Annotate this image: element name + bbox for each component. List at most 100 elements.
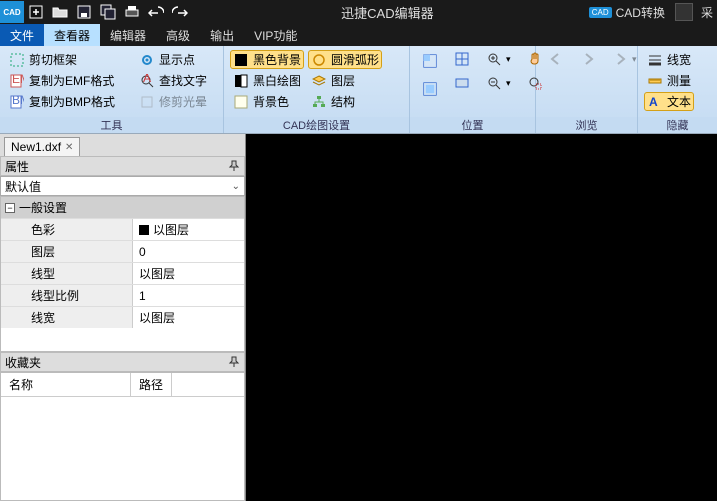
redo-icon[interactable] [169,1,191,23]
zoom-out-button[interactable]: ▾ [483,74,514,92]
bgcolor-icon [233,94,249,110]
prev-button [545,50,567,68]
app-title: 迅捷CAD编辑器 [192,3,583,22]
title-bar: CAD 迅捷CAD编辑器 CAD CAD转换 采 [0,0,717,24]
search-icon: A [139,73,155,89]
pos4-icon [454,75,470,91]
default-combo-label: 默认值 [5,178,41,195]
user-avatar-icon[interactable] [675,3,693,21]
document-area: New1.dxf ✕ 属性 默认值 ⌄ − 一般设置 色彩以图层 图层0 线型以… [0,134,717,501]
prop-row-layer[interactable]: 图层0 [1,240,244,262]
emf-icon: EMF [9,73,25,89]
pos-btn4[interactable] [451,74,473,92]
ribbon-group-hide: 线宽 测量 A文本 隐藏 [638,46,717,133]
svg-text:A: A [143,74,151,85]
app-logo-icon: CAD [0,1,24,23]
black-bg-icon [233,52,249,68]
left-panel: New1.dxf ✕ 属性 默认值 ⌄ − 一般设置 色彩以图层 图层0 线型以… [0,134,246,501]
prop-row-color[interactable]: 色彩以图层 [1,218,244,240]
arrow-left-icon [548,51,564,67]
cad-convert-button[interactable]: CAD CAD转换 [583,4,671,21]
save-icon[interactable] [73,1,95,23]
menu-advanced[interactable]: 高级 [156,24,200,46]
print-icon[interactable] [121,1,143,23]
measure-button[interactable]: 测量 [644,71,694,90]
ruler-icon [647,73,663,89]
default-combo[interactable]: 默认值 ⌄ [0,176,245,196]
find-text-button[interactable]: A查找文字 [136,71,210,90]
smooth-arc-button[interactable]: 圆滑弧形 [308,50,382,69]
linewidth-icon [647,52,663,68]
properties-title: 属性 [5,158,29,175]
svg-text:A: A [649,95,658,109]
bmp-icon: BMP [9,94,25,110]
struct-icon [311,94,327,110]
zoom-in-button[interactable]: ▾ [483,50,514,68]
prop-row-ltscale[interactable]: 线型比例1 [1,284,244,306]
col-name[interactable]: 名称 [1,373,131,396]
browse-more-button: ▾ [609,50,640,68]
save-as-icon[interactable] [97,1,119,23]
menu-editor[interactable]: 编辑器 [100,24,156,46]
prop-row-linetype[interactable]: 线型以图层 [1,262,244,284]
trim-icon [139,94,155,110]
copy-bmp-button[interactable]: BMP复制为BMP格式 [6,92,118,111]
ribbon-group-cadset-label: CAD绘图设置 [224,117,409,133]
ribbon-group-browse: ▾ 浏览 [536,46,638,133]
bg-color-button[interactable]: 背景色 [230,92,304,111]
undo-icon[interactable] [145,1,167,23]
category-label: 一般设置 [19,199,67,216]
svg-text:EMF: EMF [12,74,24,86]
properties-grid: − 一般设置 色彩以图层 图层0 线型以图层 线型比例1 线宽以图层 [0,196,245,352]
black-bg-button[interactable]: 黑色背景 [230,50,304,69]
linewidth-button[interactable]: 线宽 [644,50,694,69]
document-tab[interactable]: New1.dxf ✕ [4,137,80,156]
prop-row-linewidth[interactable]: 线宽以图层 [1,306,244,328]
category-general[interactable]: − 一般设置 [1,197,244,218]
struct-button[interactable]: 结构 [308,92,382,111]
ribbon-group-hide-label: 隐藏 [638,117,717,133]
arrow-right-icon [580,51,596,67]
ribbon-group-cadset: 黑色背景 黑白绘图 背景色 圆滑弧形 图层 结构 CAD绘图设置 [224,46,410,133]
new-file-icon[interactable] [25,1,47,23]
arc-icon [311,52,327,68]
text-button[interactable]: A文本 [644,92,694,111]
ribbon-group-tools: 剪切框架 EMF复制为EMF格式 BMP复制为BMP格式 显示点 A查找文字 修… [0,46,224,133]
layer-icon [311,73,327,89]
pin-icon[interactable] [228,160,240,172]
show-point-button[interactable]: 显示点 [136,50,210,69]
menu-vip[interactable]: VIP功能 [244,24,307,46]
favorites-grid[interactable]: 名称 路径 [0,372,245,501]
ribbon-group-pos: ▾ ▾ 位置 [410,46,536,133]
user-glyph[interactable]: 采 [697,4,717,21]
document-tabs: New1.dxf ✕ [0,134,245,156]
col-path[interactable]: 路径 [131,373,172,396]
pin-icon[interactable] [228,356,240,368]
ribbon-group-tools-label: 工具 [0,117,223,133]
chevron-down-icon: ⌄ [232,181,240,192]
close-tab-icon[interactable]: ✕ [65,142,73,153]
copy-emf-button[interactable]: EMF复制为EMF格式 [6,71,118,90]
pos-grid1-icon[interactable] [419,50,441,72]
zoom-in-icon [486,51,502,67]
collapse-icon[interactable]: − [5,203,15,213]
menu-file[interactable]: 文件 [0,24,44,46]
ribbon: 剪切框架 EMF复制为EMF格式 BMP复制为BMP格式 显示点 A查找文字 修… [0,46,717,134]
drawing-canvas[interactable] [246,134,717,501]
pos-grid2-icon[interactable] [419,78,441,100]
cad-convert-label: CAD转换 [616,4,665,21]
bw-icon [233,73,249,89]
layer-button[interactable]: 图层 [308,71,382,90]
svg-text:BMP: BMP [12,95,24,107]
properties-header: 属性 [0,156,245,176]
favorites-columns: 名称 路径 [1,373,244,397]
open-folder-icon[interactable] [49,1,71,23]
menu-viewer[interactable]: 查看器 [44,24,100,46]
menu-bar: 文件 查看器 编辑器 高级 输出 VIP功能 [0,24,717,46]
favorites-title: 收藏夹 [5,354,41,371]
pos-btn3[interactable] [451,50,473,68]
clip-frame-button[interactable]: 剪切框架 [6,50,118,69]
menu-output[interactable]: 输出 [200,24,244,46]
bw-plot-button[interactable]: 黑白绘图 [230,71,304,90]
next-button [577,50,599,68]
